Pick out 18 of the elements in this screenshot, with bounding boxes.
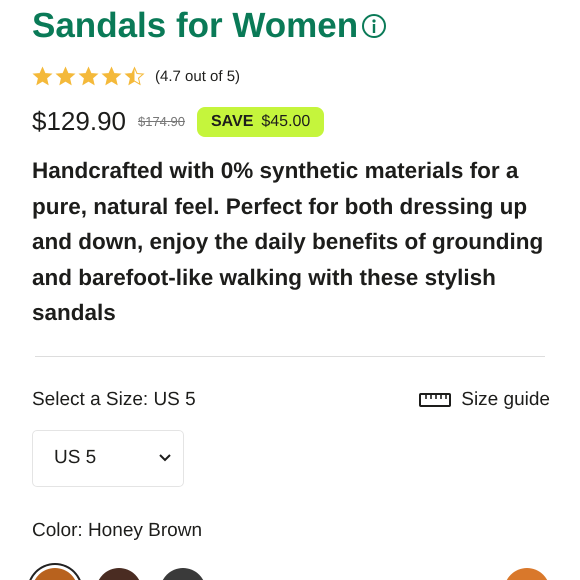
size-dropdown[interactable]: US 5: [32, 430, 184, 486]
size-label: Select a Size: US 5: [32, 388, 196, 410]
chevron-down-icon: [159, 454, 171, 462]
color-label: Color: Honey Brown: [31, 520, 204, 542]
size-guide-link[interactable]: Size guide: [419, 388, 550, 410]
original-price: $174.90: [138, 114, 185, 129]
product-description: Handcrafted with 0% synthetic materials for a pure, natural feel. Perfect for both dressing up and down, enjoy the daily benefits of grounding and barefoot-like walking with these stylish sandals: [32, 157, 544, 327]
product-title: Sandals for Women: [32, 5, 358, 47]
info-icon[interactable]: [361, 13, 388, 39]
star-icon: [55, 66, 76, 87]
current-price: $129.90: [32, 106, 126, 137]
star-icon: [124, 66, 145, 87]
star-icon: [101, 66, 122, 87]
savings-badge: SAVE $45.00: [196, 106, 324, 136]
rating-text: (4.7 out of 5): [155, 68, 240, 85]
ruler-icon: [419, 392, 452, 406]
star-icon: [32, 66, 53, 87]
star-icon: [78, 66, 99, 87]
